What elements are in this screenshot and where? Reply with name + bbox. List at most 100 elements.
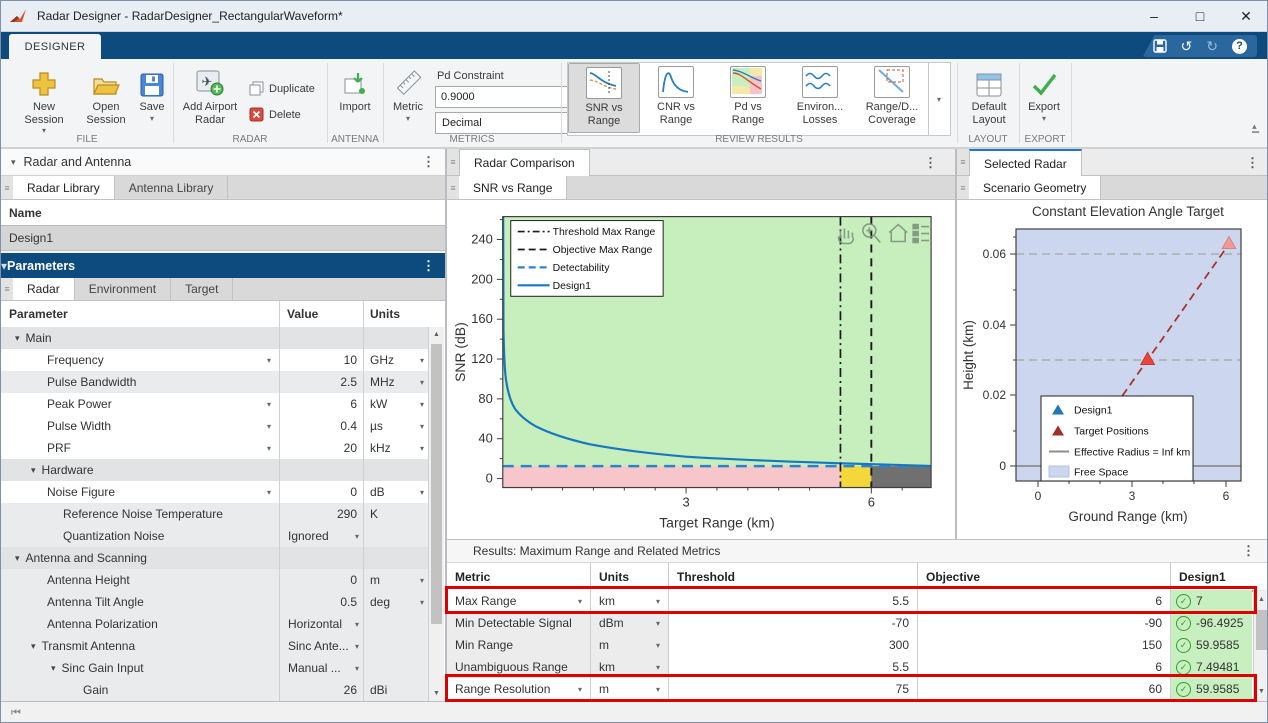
threshold-cell[interactable]: 5.5	[668, 656, 917, 678]
param-value[interactable]: 290	[279, 503, 363, 525]
param-value[interactable]: 26	[279, 679, 363, 701]
drag-grip-icon[interactable]: ≡	[1, 176, 13, 199]
param-value[interactable]: 10	[279, 349, 363, 371]
undo-icon[interactable]: ↺	[1181, 39, 1193, 53]
param-name[interactable]: Antenna Tilt Angle	[1, 591, 279, 613]
drag-grip-icon[interactable]: ≡	[1, 278, 13, 300]
add-airport-radar-button[interactable]: ✈ Add Airport Radar	[179, 63, 241, 126]
delete-button[interactable]: Delete	[249, 107, 301, 122]
drag-grip-icon[interactable]: ≡	[447, 176, 459, 199]
objective-cell[interactable]: 6	[917, 656, 1170, 678]
param-units[interactable]: K	[363, 503, 428, 525]
objective-cell[interactable]: 6	[917, 590, 1170, 612]
param-units[interactable]: dBi	[363, 679, 428, 701]
param-name[interactable]: Peak Power▾	[1, 393, 279, 415]
tab-designer[interactable]: DESIGNER	[9, 34, 101, 59]
param-value[interactable]: 0	[279, 569, 363, 591]
param-value[interactable]: 0.5	[279, 591, 363, 613]
skip-to-start-icon[interactable]: ⏮	[11, 707, 21, 720]
metric-button[interactable]: Metric▾	[387, 63, 429, 123]
kebab-menu-icon[interactable]: ⋮	[422, 154, 435, 170]
metric-cell[interactable]: Unambiguous Range	[447, 656, 590, 678]
scenario-geometry-chart[interactable]: Constant Elevation Angle Target 0	[957, 200, 1268, 539]
objective-cell[interactable]: 150	[917, 634, 1170, 656]
param-name[interactable]: Quantization Noise	[1, 525, 279, 547]
minimize-button[interactable]: –	[1131, 1, 1177, 31]
drag-grip-icon[interactable]: ≡	[957, 149, 969, 175]
param-name[interactable]: Gain	[1, 679, 279, 701]
param-name[interactable]: Antenna Polarization	[1, 613, 279, 635]
save-button[interactable]: Save▾	[135, 63, 169, 123]
scroll-up-icon[interactable]: ▲	[429, 331, 444, 338]
metric-cell[interactable]: Min Detectable Signal	[447, 612, 590, 634]
param-value[interactable]: Horizontal▾	[279, 613, 363, 635]
metric-cell[interactable]: Min Range	[447, 634, 590, 656]
param-value[interactable]: Sinc Ante...▾	[279, 635, 363, 657]
threshold-cell[interactable]: -70	[668, 612, 917, 634]
param-name[interactable]: Frequency▾	[1, 349, 279, 371]
objective-cell[interactable]: 60	[917, 678, 1170, 700]
param-group-row[interactable]: ▾Antenna and Scanning	[1, 547, 428, 570]
design-row[interactable]: Design1	[1, 226, 445, 251]
tab-antenna-library[interactable]: Antenna Library	[115, 176, 229, 199]
param-name[interactable]: Pulse Width▾	[1, 415, 279, 437]
results-scrollbar[interactable]: ▲ ▼	[1253, 590, 1268, 701]
export-button[interactable]: Export▾	[1023, 63, 1065, 123]
param-value[interactable]: Ignored▾	[279, 525, 363, 547]
tab-target[interactable]: Target	[171, 278, 233, 300]
kebab-menu-icon[interactable]: ⋮	[1246, 155, 1259, 171]
kebab-menu-icon[interactable]: ⋮	[1242, 543, 1255, 559]
gallery-item-environment-losses[interactable]: Environ...Losses	[784, 63, 856, 133]
duplicate-button[interactable]: Duplicate	[249, 81, 315, 96]
param-group-row[interactable]: ▾Sinc Gain Input Manual ...▾	[1, 657, 428, 680]
metric-cell[interactable]: Max Range▾	[447, 590, 590, 612]
save-icon[interactable]	[1153, 39, 1167, 53]
default-layout-button[interactable]: Default Layout	[963, 63, 1015, 126]
gallery-dropdown-button[interactable]: ▾	[928, 63, 949, 135]
gallery-item-snr-vs-range[interactable]: SNR vsRange	[568, 63, 640, 133]
param-units[interactable]: MHz▾	[363, 371, 428, 393]
param-units[interactable]: dB▾	[363, 481, 428, 503]
threshold-cell[interactable]: 300	[668, 634, 917, 656]
tab-radar[interactable]: Radar	[13, 278, 75, 300]
param-units[interactable]: kW▾	[363, 393, 428, 415]
units-cell[interactable]: dBm▾	[590, 612, 668, 634]
param-units[interactable]: m▾	[363, 569, 428, 591]
scroll-up-icon[interactable]: ▲	[1254, 596, 1268, 603]
param-group-row[interactable]: ▾Transmit Antenna Sinc Ante...▾	[1, 635, 428, 658]
new-session-button[interactable]: New Session▾	[13, 63, 75, 135]
param-name[interactable]: Noise Figure▾	[1, 481, 279, 503]
units-cell[interactable]: km▾	[590, 590, 668, 612]
param-units[interactable]: µs▾	[363, 415, 428, 437]
collapse-ribbon-icon[interactable]: ▴▔	[1252, 121, 1259, 143]
scroll-down-icon[interactable]: ▼	[1254, 688, 1268, 695]
redo-icon[interactable]: ↻	[1206, 39, 1218, 53]
param-units[interactable]: deg▾	[363, 591, 428, 613]
drag-grip-icon[interactable]: ≡	[447, 149, 459, 175]
scrollbar-thumb[interactable]	[1256, 610, 1267, 650]
parameters-scrollbar[interactable]: ▲ ▼	[428, 327, 444, 701]
metric-cell[interactable]: Range Resolution▾	[447, 678, 590, 700]
tab-snr-vs-range[interactable]: SNR vs Range	[459, 176, 567, 199]
collapse-panel-icon[interactable]: ▾	[11, 157, 16, 168]
param-value[interactable]: Manual ...▾	[279, 657, 363, 679]
param-value[interactable]: 2.5	[279, 371, 363, 393]
gallery-item-cnr-vs-range[interactable]: CNR vsRange	[640, 63, 712, 133]
param-units[interactable]: GHz▾	[363, 349, 428, 371]
param-value[interactable]: 20	[279, 437, 363, 459]
param-value[interactable]: 6	[279, 393, 363, 415]
param-group-row[interactable]: ▾Main	[1, 327, 428, 350]
param-name[interactable]: PRF▾	[1, 437, 279, 459]
tab-scenario-geometry[interactable]: Scenario Geometry	[969, 176, 1101, 199]
help-icon[interactable]: ?	[1232, 39, 1247, 54]
close-button[interactable]: ✕	[1223, 1, 1268, 31]
param-value[interactable]: 0.4	[279, 415, 363, 437]
param-value[interactable]: 0	[279, 481, 363, 503]
tab-selected-radar[interactable]: Selected Radar	[969, 149, 1082, 177]
units-cell[interactable]: m▾	[590, 678, 668, 700]
import-button[interactable]: Import	[331, 63, 379, 114]
threshold-cell[interactable]: 75	[668, 678, 917, 700]
param-group-row[interactable]: ▾Hardware	[1, 459, 428, 482]
param-units[interactable]: kHz▾	[363, 437, 428, 459]
kebab-menu-icon[interactable]: ⋮	[924, 155, 937, 171]
